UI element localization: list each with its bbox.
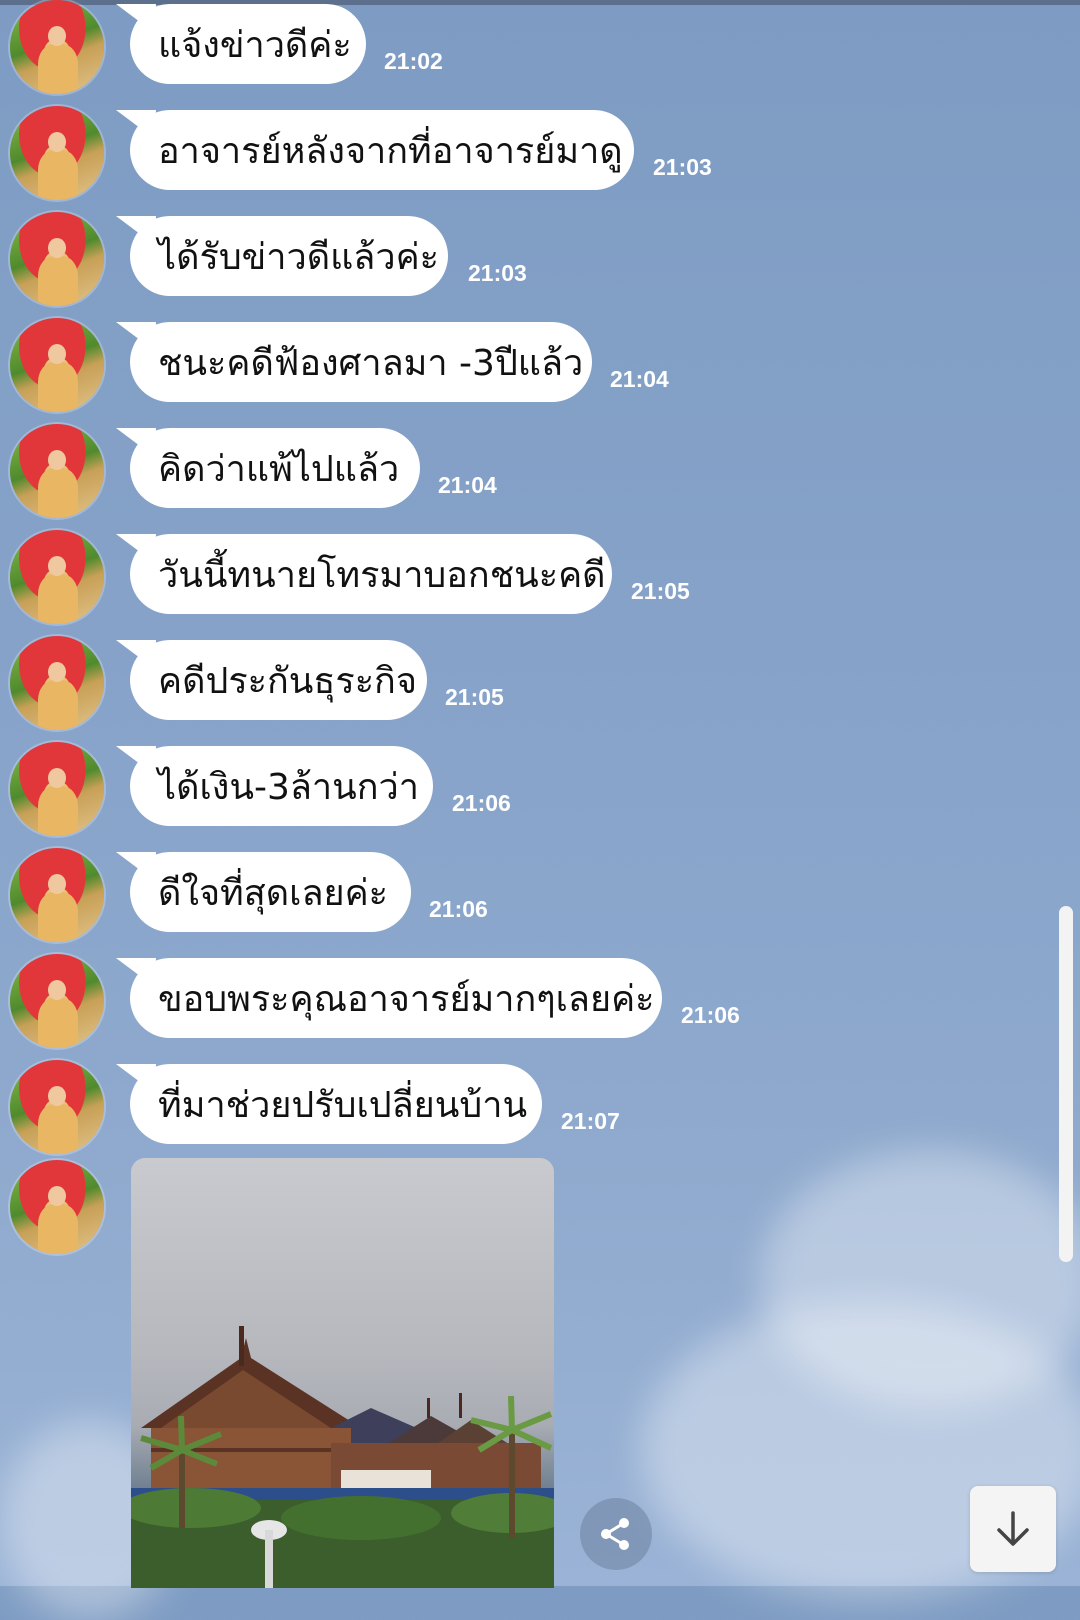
chat-message: อาจารย์หลังจากที่อาจารย์มาดู 21:03 [0,106,1080,206]
scroll-to-bottom-button[interactable] [970,1486,1056,1572]
chat-message: ดีใจที่สุดเลยค่ะ 21:06 [0,848,1080,948]
message-time: 21:04 [438,472,497,498]
chat-message: ได้เงิน-3ล้านกว่า 21:06 [0,742,1080,842]
message-time: 21:04 [610,366,669,392]
sender-avatar[interactable] [10,0,104,94]
message-bubble[interactable]: คดีประกันธุระกิจ [130,640,427,720]
sender-avatar[interactable] [10,106,104,200]
message-bubble[interactable]: ได้เงิน-3ล้านกว่า [130,746,433,826]
message-time: 21:03 [468,260,527,286]
chat-message: แจ้งข่าวดีค่ะ 21:02 [0,0,1080,100]
sender-avatar[interactable] [10,1160,104,1254]
chat-message: คดีประกันธุระกิจ 21:05 [0,636,1080,736]
house-photo-illustration [131,1326,554,1588]
message-time: 21:06 [429,896,488,922]
message-time: 21:03 [653,154,712,180]
message-time: 21:05 [445,684,504,710]
share-button[interactable] [580,1498,652,1570]
sender-avatar[interactable] [10,530,104,624]
scrollbar[interactable] [1059,906,1073,1262]
message-time: 21:06 [452,790,511,816]
message-bubble[interactable]: อาจารย์หลังจากที่อาจารย์มาดู [130,110,634,190]
sender-avatar[interactable] [10,424,104,518]
message-bubble[interactable]: คิดว่าแพ้ไปแล้ว [130,428,420,508]
chat-message: คิดว่าแพ้ไปแล้ว 21:04 [0,424,1080,524]
sender-avatar[interactable] [10,1060,104,1154]
chat-message: วันนี้ทนายโทรมาบอกชนะคดี 21:05 [0,530,1080,630]
message-time: 21:02 [384,48,443,74]
share-icon [601,1518,629,1550]
message-bubble[interactable]: ที่มาช่วยปรับเปลี่ยนบ้าน [130,1064,542,1144]
message-time: 21:05 [631,578,690,604]
message-time: 21:07 [561,1108,620,1134]
message-photo[interactable] [131,1158,554,1588]
chat-message: ที่มาช่วยปรับเปลี่ยนบ้าน 21:07 [0,1060,1080,1160]
chat-message: ชนะคดีฟ้องศาลมา -3ปีแล้ว 21:04 [0,318,1080,418]
sender-avatar[interactable] [10,954,104,1048]
sender-avatar[interactable] [10,318,104,412]
message-bubble[interactable]: ชนะคดีฟ้องศาลมา -3ปีแล้ว [130,322,592,402]
message-time: 21:06 [681,1002,740,1028]
chat-message: ได้รับข่าวดีแล้วค่ะ 21:03 [0,212,1080,312]
sender-avatar[interactable] [10,742,104,836]
sender-avatar[interactable] [10,848,104,942]
sender-avatar[interactable] [10,212,104,306]
chat-message: ขอบพระคุณอาจารย์มากๆเลยค่ะ 21:06 [0,954,1080,1054]
message-bubble[interactable]: ได้รับข่าวดีแล้วค่ะ [130,216,448,296]
arrow-down-icon [997,1511,1029,1546]
message-bubble[interactable]: ขอบพระคุณอาจารย์มากๆเลยค่ะ [130,958,662,1038]
message-bubble[interactable]: แจ้งข่าวดีค่ะ [130,4,366,84]
message-bubble[interactable]: ดีใจที่สุดเลยค่ะ [130,852,411,932]
sender-avatar[interactable] [10,636,104,730]
message-bubble[interactable]: วันนี้ทนายโทรมาบอกชนะคดี [130,534,612,614]
